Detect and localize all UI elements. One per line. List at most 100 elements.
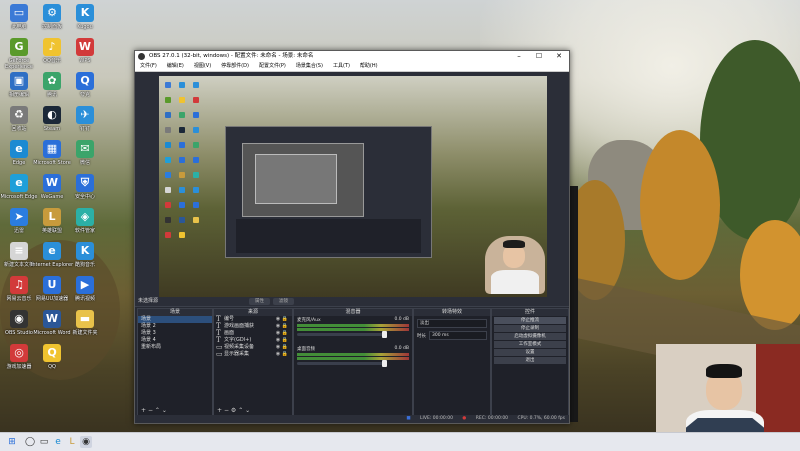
- down-icon[interactable]: ⌄: [162, 407, 167, 414]
- desktop-icon[interactable]: ▶ 腾讯视频: [62, 276, 108, 302]
- preview-mini-icon: [193, 202, 199, 208]
- desktop-icon-glyph: e: [10, 140, 28, 158]
- preview-mini-icon: [165, 142, 171, 148]
- settings-button[interactable]: 设置: [494, 349, 566, 356]
- start-button[interactable]: ⊞: [6, 436, 18, 448]
- preview-mini-icon: [165, 112, 171, 118]
- stop-recording-button[interactable]: 停止录制: [494, 325, 566, 332]
- preview-mini-icon: [165, 172, 171, 178]
- remove-icon[interactable]: −: [148, 407, 153, 414]
- desktop-icon[interactable]: Q 夸克: [62, 72, 108, 98]
- preview-mini-icon: [193, 112, 199, 118]
- volume-slider[interactable]: [297, 331, 387, 338]
- obs-window[interactable]: OBS 27.0.1 (32-bit, windows) - 配置文件: 未命名…: [134, 50, 570, 424]
- desktop-icon-label: 软件管家: [74, 228, 95, 234]
- preview-mini-icon: [193, 82, 199, 88]
- visibility-eye-icon[interactable]: ◉ 🔒: [276, 344, 288, 351]
- gear-icon[interactable]: ⚙: [231, 407, 236, 414]
- visibility-eye-icon[interactable]: ◉ 🔒: [276, 316, 288, 323]
- menu-scene-collection[interactable]: 场景集合(S): [291, 62, 328, 71]
- volume-meter: [297, 324, 409, 327]
- source-item[interactable]: ▭ 显示器采集 ◉ 🔒: [214, 351, 292, 358]
- desktop-icon[interactable]: ✉ 微信: [62, 140, 108, 166]
- desktop-icon[interactable]: W WPS: [62, 38, 108, 64]
- desktop-icon-glyph: ▶: [76, 276, 94, 294]
- close-icon[interactable]: ✕: [549, 51, 569, 62]
- menu-profile[interactable]: 配置文件(P): [254, 62, 291, 71]
- edge-taskbar-icon[interactable]: e: [52, 436, 64, 448]
- source-type-icon: ▭: [216, 350, 223, 358]
- visibility-eye-icon[interactable]: ◉ 🔒: [276, 351, 288, 358]
- scenes-header: 场景: [138, 309, 212, 316]
- add-icon[interactable]: +: [141, 407, 146, 414]
- desktop-icon[interactable]: Q QQ: [29, 344, 75, 370]
- studio-mode-button[interactable]: 工作室模式: [494, 341, 566, 348]
- filters-button[interactable]: 滤镜: [273, 298, 294, 305]
- volume-slider[interactable]: [297, 360, 387, 367]
- exit-button[interactable]: 退出: [494, 357, 566, 364]
- down-icon[interactable]: ⌄: [245, 407, 250, 414]
- desktop-icon[interactable]: K 酷狗音乐: [62, 242, 108, 268]
- slider-knob[interactable]: [382, 331, 387, 338]
- slider-knob[interactable]: [382, 360, 387, 367]
- task-view-icon[interactable]: ▭: [38, 436, 50, 448]
- menu-tools[interactable]: 工具(T): [328, 62, 355, 71]
- properties-button[interactable]: 属性: [249, 298, 270, 305]
- desktop-icon[interactable]: ◈ 软件管家: [62, 208, 108, 234]
- obs-taskbar-icon[interactable]: ◉: [80, 436, 92, 448]
- visibility-eye-icon[interactable]: ◉ 🔒: [276, 337, 288, 344]
- menu-file[interactable]: 文件(F): [135, 62, 162, 71]
- stop-stream-button[interactable]: 停止推流: [494, 317, 566, 324]
- source-item[interactable]: T 画面 ◉ 🔒: [214, 330, 292, 337]
- obs-title-bar[interactable]: OBS 27.0.1 (32-bit, windows) - 配置文件: 未命名…: [135, 51, 569, 62]
- desktop-icon-glyph: ◐: [43, 106, 61, 124]
- up-icon[interactable]: ⌃: [238, 407, 243, 414]
- desktop-icon-glyph: ▭: [10, 4, 28, 22]
- visibility-eye-icon[interactable]: ◉ 🔒: [276, 323, 288, 330]
- virtual-camera-button[interactable]: 启动虚拟摄像机: [494, 333, 566, 340]
- nested-obs-window: [225, 126, 432, 258]
- search-icon[interactable]: ◯: [24, 436, 36, 448]
- track-level: 0.0 dB: [394, 317, 409, 322]
- desktop-icon-glyph: ✉: [76, 140, 94, 158]
- source-item[interactable]: T 编号 ◉ 🔒: [214, 316, 292, 323]
- desktop-icon[interactable]: ⛨ 安全中心: [62, 174, 108, 200]
- scene-item[interactable]: 场景: [138, 316, 212, 323]
- visibility-eye-icon[interactable]: ◉ 🔒: [276, 330, 288, 337]
- remove-icon[interactable]: −: [224, 407, 229, 414]
- preview-mini-icon: [179, 187, 185, 193]
- preview-mini-icon: [193, 97, 199, 103]
- nested-obs-window-3: [255, 154, 337, 204]
- desktop-icon-glyph: e: [43, 242, 61, 260]
- source-item[interactable]: T 文字(GDI+) ◉ 🔒: [214, 337, 292, 344]
- up-icon[interactable]: ⌃: [155, 407, 160, 414]
- mixer-track: 桌面音频 0.0 dB: [294, 345, 412, 368]
- preview-canvas[interactable]: [159, 76, 547, 298]
- status-bar: ■ LIVE: 00:00:00 ● REC: 00:00:00 CPU: 0.…: [135, 415, 569, 423]
- preview-mini-icon: [165, 232, 171, 238]
- preview-mini-icon: [179, 142, 185, 148]
- duration-input[interactable]: 300 ms: [429, 331, 487, 340]
- maximize-icon[interactable]: ☐: [529, 51, 549, 62]
- menu-docks[interactable]: 停靠部件(D): [216, 62, 254, 71]
- desktop-icon-glyph: U: [43, 276, 61, 294]
- desktop-icon-glyph: ▣: [10, 72, 28, 90]
- minimize-icon[interactable]: –: [509, 51, 529, 62]
- transition-select[interactable]: 淡出: [417, 319, 487, 328]
- scene-item[interactable]: 场景 4: [138, 337, 212, 344]
- desktop-icon[interactable]: ▬ 新建文件夹: [62, 310, 108, 336]
- menu-help[interactable]: 帮助(H): [355, 62, 383, 71]
- transitions-header: 转场特效: [414, 309, 490, 316]
- menu-view[interactable]: 视图(V): [189, 62, 216, 71]
- scene-item[interactable]: 场景 2: [138, 323, 212, 330]
- app-taskbar-icon[interactable]: L: [66, 436, 78, 448]
- source-item[interactable]: ▭ 视频采集设备 ◉ 🔒: [214, 344, 292, 351]
- nested-panels: [236, 219, 421, 253]
- source-item[interactable]: T 游戏画面捕获 ◉ 🔒: [214, 323, 292, 330]
- desktop-icon[interactable]: ✈ 钉钉: [62, 106, 108, 132]
- menu-edit[interactable]: 编辑(E): [162, 62, 189, 71]
- add-icon[interactable]: +: [217, 407, 222, 414]
- scene-item[interactable]: 场景 3: [138, 330, 212, 337]
- scene-item[interactable]: 重新布局: [138, 344, 212, 351]
- desktop-icon[interactable]: K Kugou: [62, 4, 108, 30]
